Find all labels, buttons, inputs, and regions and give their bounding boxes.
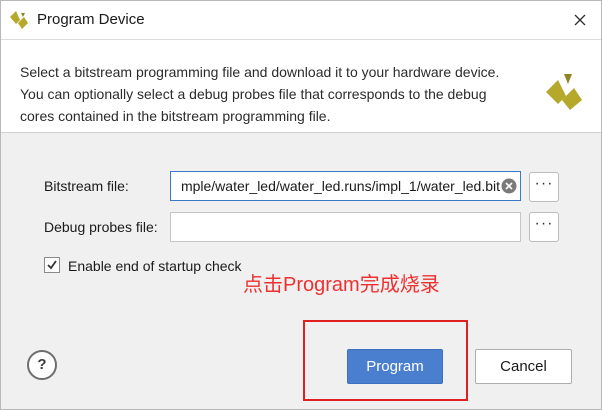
debug-probes-browse-button[interactable]: ···	[529, 212, 559, 242]
debug-probes-file-label: Debug probes file:	[44, 219, 158, 235]
title-bar: Program Device	[1, 1, 601, 39]
checkmark-icon	[47, 260, 57, 270]
startup-check-checkbox[interactable]	[44, 257, 60, 273]
vivado-logo-icon	[10, 11, 28, 29]
debug-probes-file-input[interactable]	[170, 212, 521, 242]
description-line-1: Select a bitstream programming file and …	[20, 64, 500, 80]
description-panel: Select a bitstream programming file and …	[1, 39, 601, 133]
clear-icon[interactable]	[501, 178, 517, 194]
help-button[interactable]: ?	[27, 350, 57, 380]
bitstream-file-label: Bitstream file:	[44, 178, 129, 194]
startup-check-label[interactable]: Enable end of startup check	[68, 258, 242, 274]
description-line-3: cores contained in the bitstream program…	[20, 108, 331, 124]
program-button[interactable]: Program	[347, 349, 443, 384]
cancel-button[interactable]: Cancel	[475, 349, 572, 384]
program-device-dialog: Program Device Select a bitstream progra…	[0, 0, 602, 410]
annotation-text: 点击Program完成烧录	[243, 274, 440, 296]
close-icon[interactable]	[569, 9, 591, 31]
bitstream-file-input[interactable]: mple/water_led/water_led.runs/impl_1/wat…	[170, 171, 521, 201]
vivado-brand-icon	[546, 74, 582, 110]
bitstream-browse-button[interactable]: ···	[529, 172, 559, 202]
description-line-2: You can optionally select a debug probes…	[20, 86, 487, 102]
window-title: Program Device	[37, 11, 145, 28]
bitstream-file-value: mple/water_led/water_led.runs/impl_1/wat…	[180, 178, 500, 194]
